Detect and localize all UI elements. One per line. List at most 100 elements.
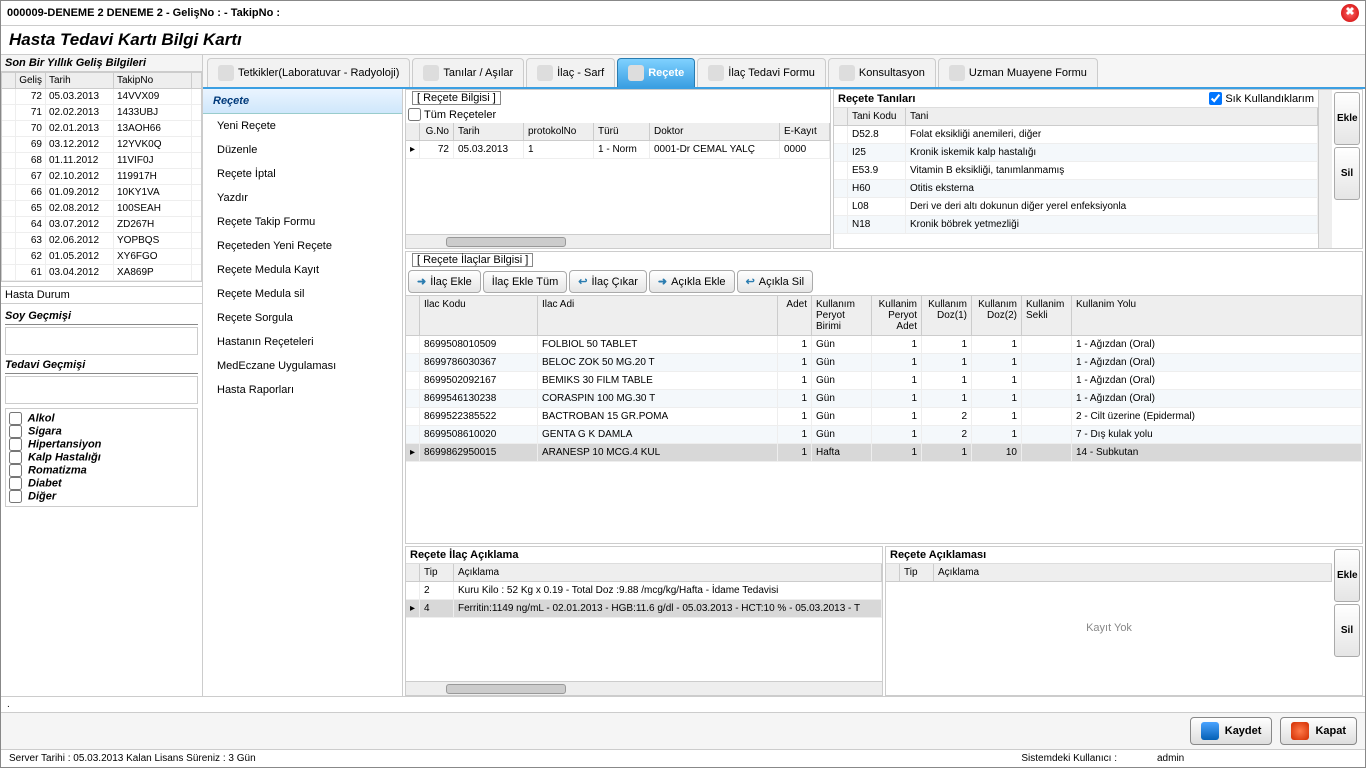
ilac-row[interactable]: 8699502092167BEMIKS 30 FILM TABLE1Gün111… [406,372,1362,390]
soy-gecmisi-box[interactable] [5,327,198,355]
tab-icon [839,65,855,81]
ilac-row[interactable]: 8699786030367BELOC ZOK 50 MG.20 T1Gün111… [406,354,1362,372]
recete-grid-header: G.NoTarihprotokolNoTürüDoktorE-Kayıt [406,123,830,141]
menu-item[interactable]: Reçete Medula sil [203,282,402,306]
menu-item[interactable]: Reçete İptal [203,162,402,186]
tum-receteler-check[interactable]: Tüm Reçeteler [408,108,828,121]
tab-icon [423,65,439,81]
aciklama-sil-button[interactable]: Sil [1334,604,1360,657]
visit-row[interactable]: 7102.02.20131433UBJ [2,105,201,121]
tab-tan-lar-a-lar[interactable]: Tanılar / Aşılar [412,58,524,87]
recete-aciklama-title: Reçete Açıklaması [890,549,986,561]
visits-grid[interactable]: Geliş Tarih TakipNo 7205.03.201314VVX097… [1,72,202,282]
menu-item[interactable]: Reçete Takip Formu [203,210,402,234]
ilac-header: Ilac KoduIlac AdiAdetKullanım Peryot Bir… [406,296,1362,336]
visit-row[interactable]: 6702.10.2012119917H [2,169,201,185]
risk-check[interactable]: Diğer [9,490,194,503]
tanilar-title: Reçete Tanıları [838,93,915,105]
save-icon [1201,722,1219,740]
visits-header: Geliş Tarih TakipNo [2,73,201,89]
tab-i-la-sarf[interactable]: İlaç - Sarf [526,58,615,87]
ilac-row[interactable]: 8699546130238CORASPIN 100 MG.30 T1Gün111… [406,390,1362,408]
hint-bar: . [1,696,1365,712]
close-icon[interactable]: ✖ [1341,4,1359,22]
close-button[interactable]: Kapat [1280,717,1357,745]
ilac-row[interactable]: ▸8699862950015ARANESP 10 MCG.4 KUL1Hafta… [406,444,1362,462]
tani-row[interactable]: I25Kronik iskemik kalp hastalığı [834,144,1318,162]
recete-aciklama-header: TipAçıklama [886,564,1332,582]
visit-row[interactable]: 6601.09.201210KY1VA [2,185,201,201]
visit-row[interactable]: 6201.05.2012XY6FGO [2,249,201,265]
menu-item[interactable]: Reçete Sorgula [203,306,402,330]
aciklama-row[interactable]: ▸4Ferritin:1149 ng/mL - 02.01.2013 - HGB… [406,600,882,618]
tab-re-ete[interactable]: Reçete [617,58,695,87]
acikla-sil-button[interactable]: ↩Açıkla Sil [737,270,813,293]
visit-row[interactable]: 6403.07.2012ZD267H [2,217,201,233]
menu-item[interactable]: Yazdır [203,186,402,210]
tani-row[interactable]: H60Otitis eksterna [834,180,1318,198]
visit-row[interactable]: 6302.06.2012YOPBQS [2,233,201,249]
visits-title: Son Bir Yıllık Geliş Bilgileri [1,55,202,72]
ilac-cikar-button[interactable]: ↩İlaç Çıkar [569,270,647,293]
risk-check[interactable]: Kalp Hastalığı [9,451,194,464]
visit-row[interactable]: 6103.04.2012XA869P [2,265,201,281]
save-button[interactable]: Kaydet [1190,717,1273,745]
risk-check[interactable]: Sigara [9,425,194,438]
tab-tetkikler-laboratuvar-radyoloji-[interactable]: Tetkikler(Laboratuvar - Radyoloji) [207,58,410,87]
ilaclar-label: [ Reçete İlaçlar Bilgisi ] [406,252,1362,268]
ilac-ekle-button[interactable]: ➜İlaç Ekle [408,270,481,293]
tani-sil-button[interactable]: Sil [1334,147,1360,200]
tedavi-gecmisi-box[interactable] [5,376,198,404]
recete-grid-row[interactable]: ▸7205.03.201311 - Norm0001-Dr CEMAL YALÇ… [406,141,830,159]
ilac-row[interactable]: 8699508610020GENTA G K DAMLA1Gün1217 - D… [406,426,1362,444]
menu-item[interactable]: Reçete Medula Kayıt [203,258,402,282]
acikla-ekle-button[interactable]: ➜Açıkla Ekle [649,270,735,293]
menu-item[interactable]: Hastanın Reçeteleri [203,330,402,354]
aciklama-row[interactable]: 2Kuru Kilo : 52 Kg x 0.19 - Total Doz :9… [406,582,882,600]
tani-row[interactable]: N18Kronik böbrek yetmezliği [834,216,1318,234]
footer-user-label: Sistemdeki Kullanıcı : [1021,753,1117,764]
ilac-row[interactable]: 8699508010509FOLBIOL 50 TABLET1Gün1111 -… [406,336,1362,354]
menu-title: Reçete [203,89,402,114]
sik-kullandiklarim-check[interactable]: Sık Kullandıklarım [1209,92,1314,105]
visit-row[interactable]: 6903.12.201212YVK0Q [2,137,201,153]
scrollbar-v[interactable] [1318,90,1332,248]
recete-bilgisi-label: [ Reçete Bilgisi ] [406,90,830,106]
menu-item[interactable]: Reçeteden Yeni Reçete [203,234,402,258]
tani-row[interactable]: E53.9Vitamin B eksikliği, tanımlanmamış [834,162,1318,180]
ilac-aciklama-title: Reçete İlaç Açıklama [410,549,518,561]
menu-item[interactable]: Hasta Raporları [203,378,402,402]
menu-item[interactable]: Yeni Reçete [203,114,402,138]
ilac-ekle-tum-button[interactable]: İlaç Ekle Tüm [483,271,567,293]
tab-icon [218,65,234,81]
tab-uzman-muayene-formu[interactable]: Uzman Muayene Formu [938,58,1098,87]
titlebar: 000009-DENEME 2 DENEME 2 - GelişNo : - T… [1,1,1365,26]
tab-icon [949,65,965,81]
footer-server: Server Tarihi : 05.03.2013 Kalan Lisans … [9,753,256,764]
menu-item[interactable]: MedEczane Uygulaması [203,354,402,378]
visit-row[interactable]: 6801.11.201211VIF0J [2,153,201,169]
risk-checklist: Alkol Sigara Hipertansiyon Kalp Hastalığ… [5,408,198,507]
scrollbar[interactable] [406,234,830,248]
aciklama-ekle-button[interactable]: Ekle [1334,549,1360,602]
ilac-row[interactable]: 8699522385522BACTROBAN 15 GR.POMA1Gün121… [406,408,1362,426]
tani-row[interactable]: D52.8Folat eksikliği anemileri, diğer [834,126,1318,144]
tani-ekle-button[interactable]: Ekle [1334,92,1360,145]
risk-check[interactable]: Diabet [9,477,194,490]
visit-row[interactable]: 7205.03.201314VVX09 [2,89,201,105]
tab-i-la-tedavi-formu[interactable]: İlaç Tedavi Formu [697,58,826,87]
no-record-label: Kayıt Yok [886,582,1332,674]
window-title: 000009-DENEME 2 DENEME 2 - GelişNo : - T… [7,7,1341,19]
visit-row[interactable]: 7002.01.201313AOH66 [2,121,201,137]
tab-konsultasyon[interactable]: Konsultasyon [828,58,936,87]
soy-gecmisi-label: Soy Geçmişi [5,308,198,325]
menu-item[interactable]: Düzenle [203,138,402,162]
scrollbar[interactable] [406,681,882,695]
risk-check[interactable]: Hipertansiyon [9,438,194,451]
risk-check[interactable]: Romatizma [9,464,194,477]
risk-check[interactable]: Alkol [9,412,194,425]
tani-row[interactable]: L08Deri ve deri altı dokunun diğer yerel… [834,198,1318,216]
page-title: Hasta Tedavi Kartı Bilgi Kartı [9,30,1357,50]
visit-row[interactable]: 6502.08.2012100SEAH [2,201,201,217]
tedavi-gecmisi-label: Tedavi Geçmişi [5,357,198,374]
